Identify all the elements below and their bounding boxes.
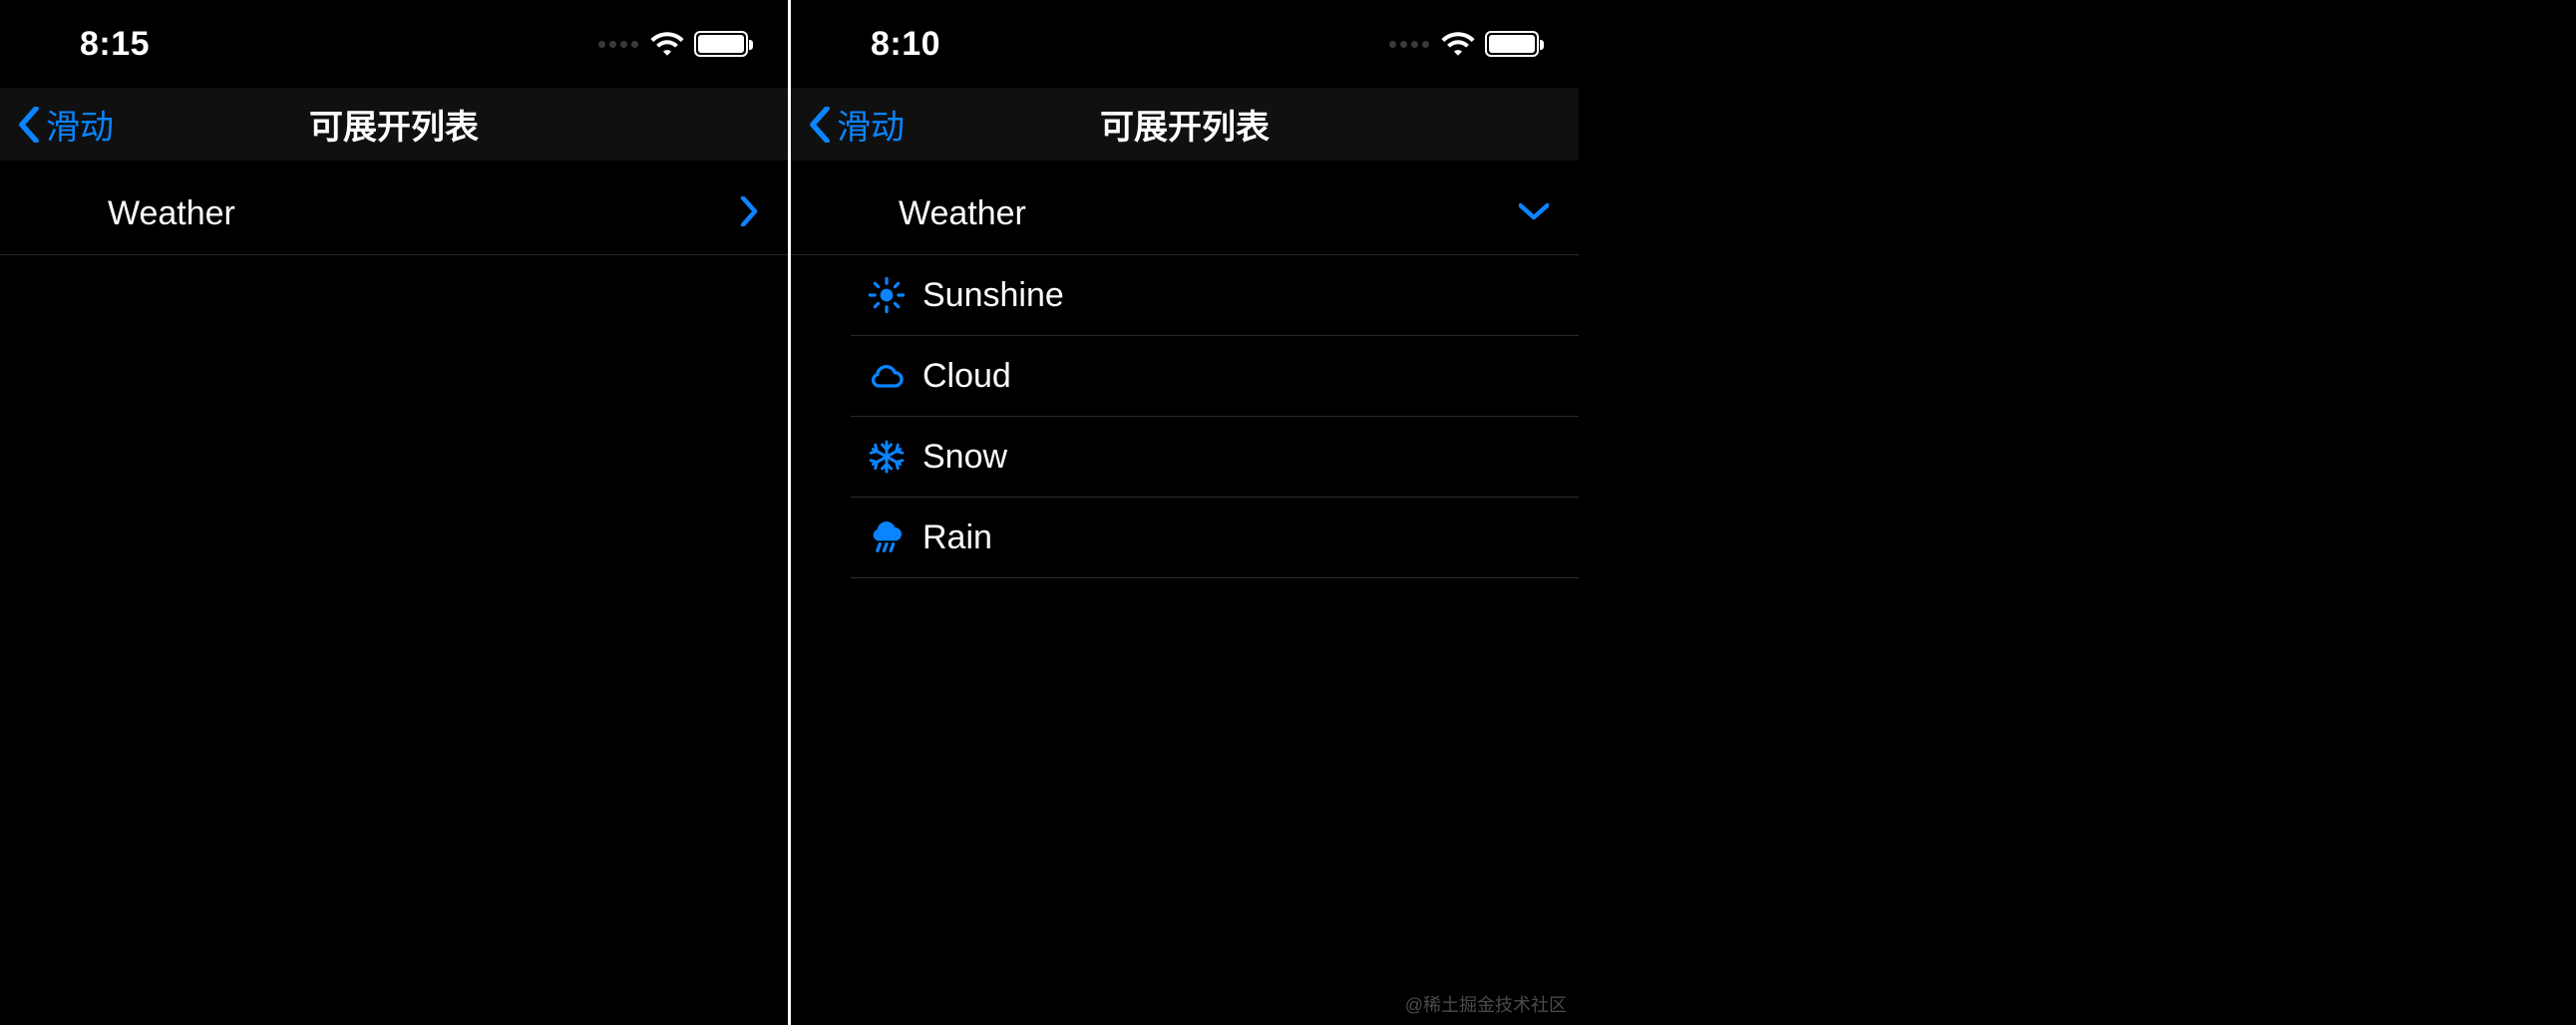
back-button[interactable]: 滑动 [18,100,114,149]
status-time: 8:10 [871,25,940,64]
back-label: 滑动 [46,100,114,149]
status-indicators [1389,31,1539,57]
phone-screen-expanded: 8:10 滑动 可展开列表 Weather [791,0,1579,1025]
back-label: 滑动 [837,100,905,149]
disclosure-row-weather[interactable]: Weather [0,173,788,255]
status-indicators [598,31,748,57]
battery-icon [1485,31,1539,57]
nav-title: 可展开列表 [1100,100,1270,149]
row-label: Weather [899,194,1519,233]
wifi-icon [1441,31,1475,57]
battery-icon [694,31,748,57]
disclosure-row-weather[interactable]: Weather [791,173,1579,255]
list-item-label: Rain [922,518,992,557]
nav-bar: 滑动 可展开列表 [791,88,1579,162]
snowflake-icon [851,439,922,475]
list-item-cloud[interactable]: Cloud [791,336,1579,416]
sun-icon [851,276,922,314]
expandable-list: Weather [0,173,788,255]
list-item-label: Snow [922,438,1007,477]
nav-bar: 滑动 可展开列表 [0,88,788,162]
expandable-list: Weather Sunshine Cloud Snow [791,173,1579,578]
status-bar: 8:15 [0,0,788,88]
cellular-dots-icon [598,41,638,48]
chevron-left-icon [809,107,831,143]
list-item-snow[interactable]: Snow [791,417,1579,497]
wifi-icon [650,31,684,57]
back-button[interactable]: 滑动 [809,100,905,149]
list-item-sunshine[interactable]: Sunshine [791,255,1579,335]
list-item-label: Cloud [922,357,1011,396]
cloud-icon [851,361,922,391]
nav-title: 可展开列表 [309,100,479,149]
phone-screen-collapsed: 8:15 滑动 可展开列表 Weather [0,0,788,1025]
chevron-down-icon [1519,202,1549,225]
list-item-rain[interactable]: Rain [791,498,1579,577]
watermark: @稀土掘金技术社区 [1405,991,1567,1017]
cellular-dots-icon [1389,41,1429,48]
chevron-left-icon [18,107,40,143]
chevron-right-icon [740,196,758,231]
status-time: 8:15 [80,25,150,64]
row-label: Weather [108,194,740,233]
status-bar: 8:10 [791,0,1579,88]
list-item-label: Sunshine [922,276,1064,315]
rain-icon [851,518,922,556]
